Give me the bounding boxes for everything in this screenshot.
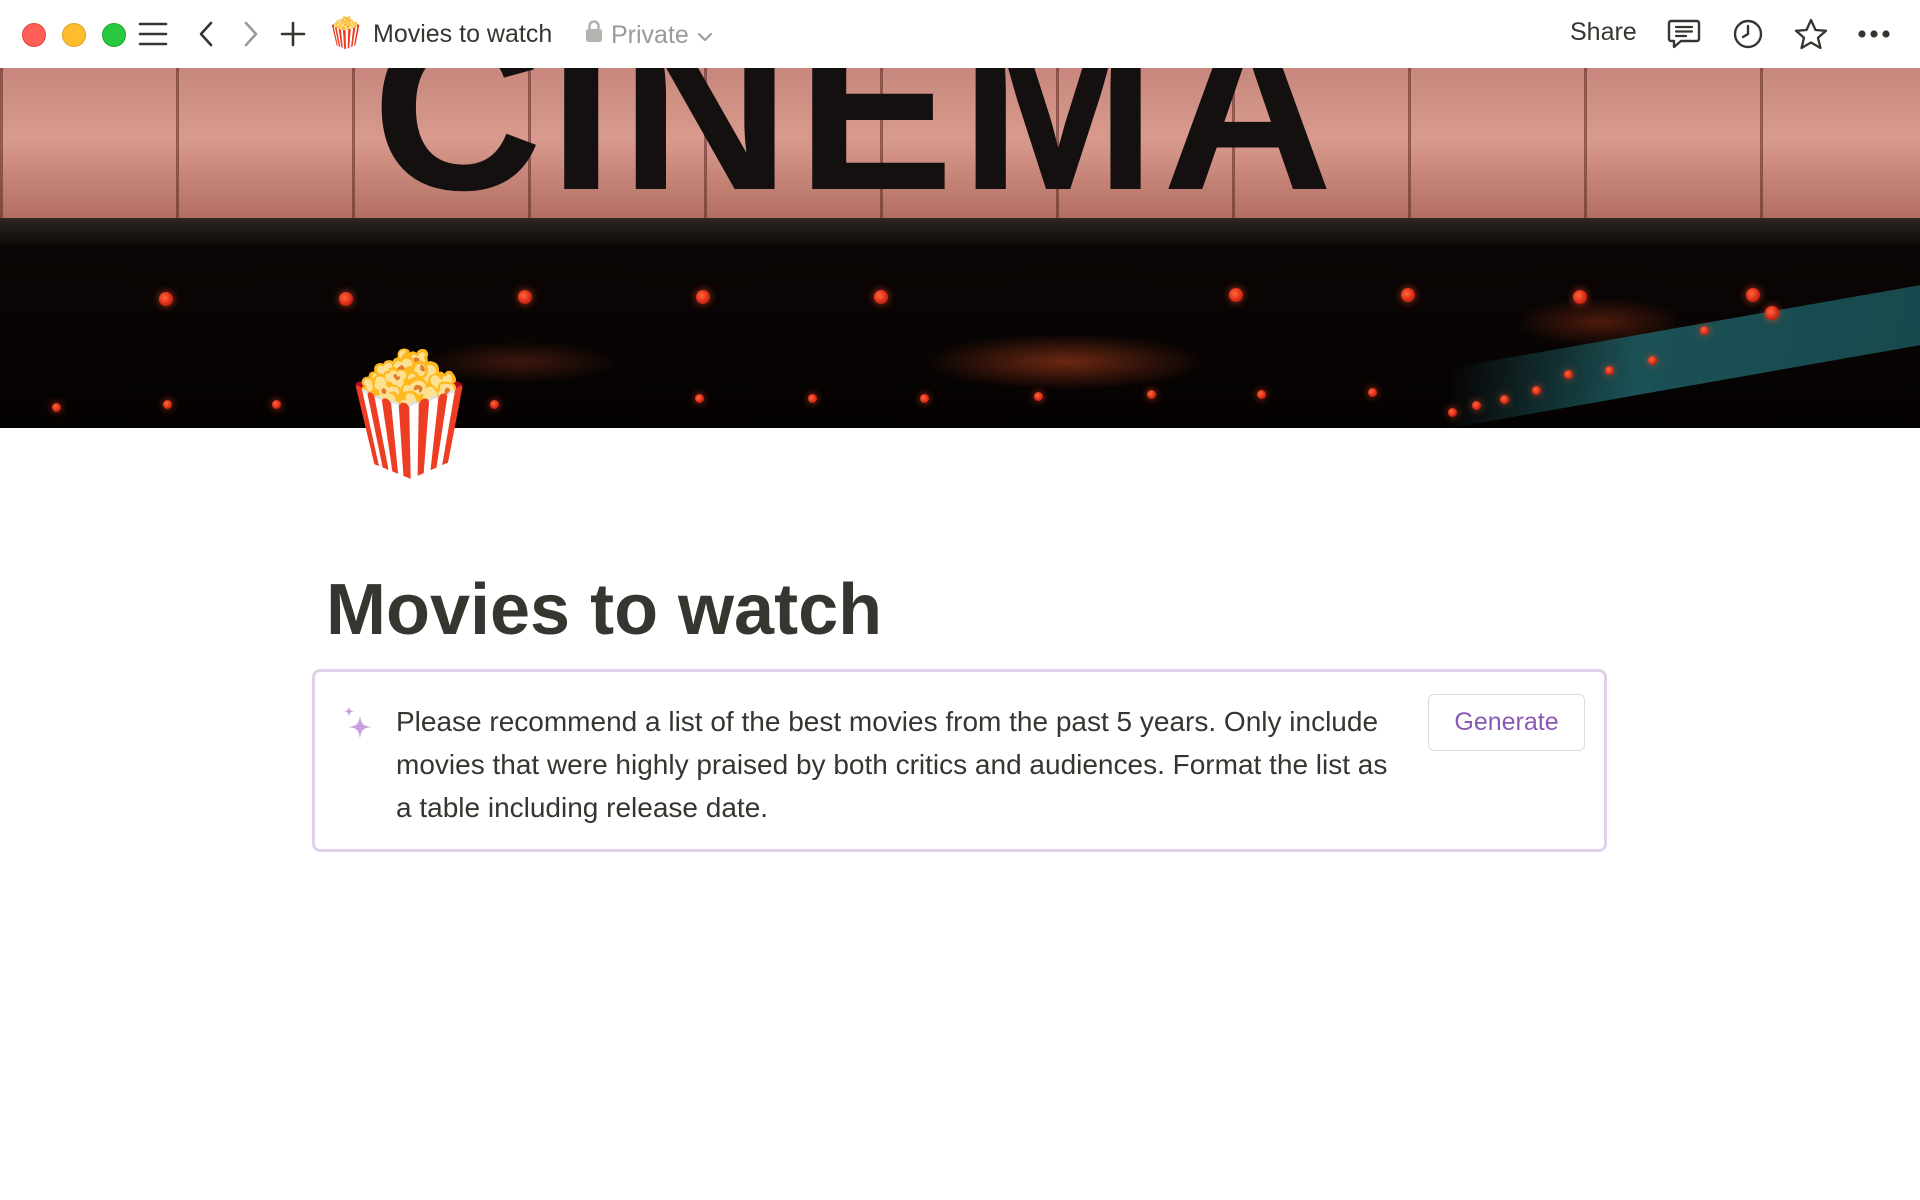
cover-bulb	[159, 292, 173, 306]
cover-bulb	[1034, 392, 1043, 401]
cover-bulb	[1573, 290, 1587, 304]
share-button[interactable]: Share	[1570, 17, 1637, 47]
cover-bulb	[52, 403, 61, 412]
cover-beam	[0, 218, 1920, 252]
more-icon[interactable]	[1856, 16, 1892, 52]
lock-icon	[585, 19, 603, 50]
cover-bulb	[272, 400, 281, 409]
comment-icon[interactable]	[1666, 16, 1702, 52]
cover-bulb	[339, 292, 353, 306]
forward-arrow-icon[interactable]	[233, 16, 269, 52]
cover-bulb	[920, 394, 929, 403]
cover-bulb	[1746, 288, 1760, 302]
cover-bulb	[1564, 370, 1573, 379]
back-arrow-icon[interactable]	[188, 16, 224, 52]
cover-bulb	[808, 394, 817, 403]
sparkle-icon	[344, 706, 372, 739]
cover-bulb	[1605, 366, 1614, 375]
breadcrumb-emoji[interactable]: 🍿	[327, 14, 364, 54]
cover-bulb	[1472, 401, 1481, 410]
cover-bulb	[1147, 390, 1156, 399]
ai-prompt-text[interactable]: Please recommend a list of the best movi…	[396, 700, 1396, 829]
cover-bulb	[1448, 408, 1457, 417]
page-cover-image[interactable]: CINEMA	[0, 68, 1920, 428]
cover-bulb	[1257, 390, 1266, 399]
cover-bulb	[1229, 288, 1243, 302]
privacy-dropdown[interactable]: Private	[585, 19, 713, 50]
cover-bulb	[695, 394, 704, 403]
page-title[interactable]: Movies to watch	[326, 568, 882, 652]
page-icon-emoji[interactable]: 🍿	[336, 344, 483, 484]
window-zoom-button[interactable]	[102, 23, 126, 47]
plus-icon[interactable]	[275, 16, 311, 52]
clock-icon[interactable]	[1730, 16, 1766, 52]
cover-bulb	[1532, 386, 1541, 395]
cover-bulb	[1368, 388, 1377, 397]
cover-bulb	[163, 400, 172, 409]
cover-bulb	[874, 290, 888, 304]
sidebar-menu-icon[interactable]	[135, 16, 171, 52]
cover-bulb	[696, 290, 710, 304]
generate-button[interactable]: Generate	[1428, 694, 1585, 751]
top-bar: 🍿 Movies to watch Private Share	[0, 0, 1920, 68]
cover-bulb	[1648, 356, 1657, 365]
cover-bulb	[1500, 395, 1509, 404]
chevron-down-icon	[697, 20, 713, 50]
cover-bulb	[1700, 326, 1709, 335]
breadcrumb-title[interactable]: Movies to watch	[373, 19, 552, 49]
privacy-label: Private	[611, 20, 689, 49]
ai-prompt-block[interactable]: Please recommend a list of the best movi…	[312, 669, 1607, 852]
window-minimize-button[interactable]	[62, 23, 86, 47]
cover-bulb	[518, 290, 532, 304]
window-close-button[interactable]	[22, 23, 46, 47]
star-icon[interactable]	[1793, 16, 1829, 52]
cover-sign-text: CINEMA	[372, 68, 1339, 240]
cover-bulb	[1401, 288, 1415, 302]
cover-bulb	[490, 400, 499, 409]
cover-bulb	[1765, 306, 1779, 320]
